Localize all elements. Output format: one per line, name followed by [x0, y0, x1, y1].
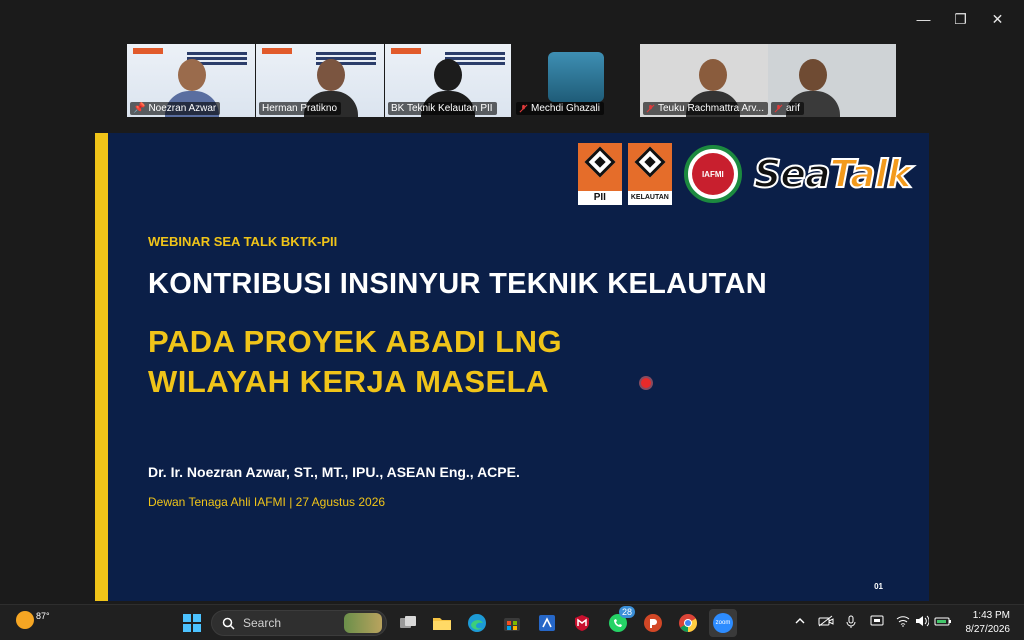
zoom-meeting-window: — ❐ ✕ 📌 Noezran Azwar Herman Pratikno BK…: [0, 0, 1024, 604]
wifi-button[interactable]: [896, 615, 910, 630]
slide-logos: PII KELAUTAN IAFMI SeaTalk: [577, 143, 913, 205]
battery-button[interactable]: [934, 615, 952, 630]
powerpoint-icon: [644, 614, 662, 632]
weather-sun-icon: [16, 611, 34, 629]
slide-title-line2: PADA PROYEK ABADI LNG: [148, 324, 563, 359]
participant-name-text: BK Teknik Kelautan PII: [391, 103, 493, 114]
chrome-icon: [679, 614, 697, 632]
participant-tile-noezran[interactable]: 📌 Noezran Azwar: [127, 44, 255, 117]
minimize-button[interactable]: —: [905, 8, 942, 30]
start-button[interactable]: [178, 609, 206, 637]
slide-title-line1: KONTRIBUSI INSINYUR TEKNIK KELAUTAN: [148, 268, 767, 300]
participant-name-text: Noezran Azwar: [148, 103, 217, 114]
participant-name-text: Herman Pratikno: [262, 103, 338, 114]
notification-tray-button[interactable]: [870, 615, 884, 630]
windows-logo-icon: [183, 614, 201, 632]
clock-time: 1:43 PM: [972, 610, 1010, 621]
mic-muted-icon: [774, 104, 783, 113]
slide-title-yellow: PADA PROYEK ABADI LNG WILAYAH KERJA MASE…: [148, 322, 562, 402]
camera-tray-button[interactable]: [818, 615, 834, 630]
search-icon: [222, 617, 235, 630]
window-controls: — ❐ ✕: [905, 8, 1016, 30]
app-icon: [539, 615, 555, 631]
search-highlight-image: [344, 613, 382, 633]
mcafee-button[interactable]: [568, 609, 596, 637]
zoom-button[interactable]: zoom: [709, 609, 737, 637]
chevron-up-icon: [795, 618, 805, 624]
participant-name-text: Mechdi Ghazali: [531, 103, 600, 114]
task-view-button[interactable]: [394, 609, 422, 637]
chrome-button[interactable]: [674, 609, 702, 637]
microphone-tray-button[interactable]: [846, 615, 856, 632]
weather-temp: 87°: [36, 611, 50, 621]
laser-pointer: [641, 378, 651, 388]
participant-tile-arif[interactable]: arif: [768, 44, 896, 117]
participant-name: Teuku Rachmattra Arv...: [643, 102, 768, 115]
pii-kelautan-logo: KELAUTAN: [627, 143, 672, 205]
mic-muted-icon: [519, 104, 528, 113]
seatalk-logo: SeaTalk: [753, 151, 913, 197]
slide-title-line3: WILAYAH KERJA MASELA: [148, 364, 549, 399]
seatalk-logo-sea: Sea: [753, 151, 832, 197]
taskbar-clock[interactable]: 1:43 PM 8/27/2026: [966, 609, 1011, 637]
battery-icon: [934, 617, 951, 626]
mic-muted-icon: [646, 104, 655, 113]
pii-logo-label: PII: [577, 191, 622, 205]
pin-icon: 📌: [133, 103, 146, 114]
slide-kicker: WEBINAR SEA TALK BKTK-PII: [148, 234, 338, 249]
file-explorer-button[interactable]: [428, 609, 456, 637]
participant-name: Herman Pratikno: [259, 102, 342, 115]
speaker-icon: [916, 615, 930, 627]
wifi-icon: [896, 616, 910, 627]
screen-share-icon: [870, 615, 884, 626]
iafmi-logo: IAFMI: [683, 145, 742, 203]
show-hidden-icons-button[interactable]: [794, 615, 806, 629]
task-view-icon: [400, 616, 416, 628]
zoom-icon-label: zoom: [715, 620, 731, 626]
store-icon: [504, 618, 520, 631]
participant-tile-bk-teknik[interactable]: BK Teknik Kelautan PII: [385, 44, 511, 117]
participant-tile-teuku[interactable]: Teuku Rachmattra Arv...: [640, 44, 768, 117]
folder-icon: [433, 618, 451, 630]
clock-date: 8/27/2026: [965, 624, 1011, 635]
edge-icon: [468, 614, 486, 632]
microphone-icon: [846, 615, 856, 628]
restore-button[interactable]: ❐: [942, 8, 979, 30]
slide-page-number: 01: [874, 582, 883, 591]
participant-tile-herman[interactable]: Herman Pratikno: [256, 44, 384, 117]
app-button[interactable]: [533, 609, 561, 637]
slide-accent-bar: [95, 133, 108, 601]
edge-button[interactable]: [463, 609, 491, 637]
pii-logo: PII: [577, 143, 622, 205]
close-button[interactable]: ✕: [979, 8, 1016, 30]
windows-taskbar: 87° 28 zoom: [0, 604, 1024, 640]
slide-presenter: Dr. Ir. Noezran Azwar, ST., MT., IPU., A…: [148, 464, 520, 480]
whatsapp-button[interactable]: 28: [604, 606, 635, 637]
iafmi-logo-label: IAFMI: [691, 153, 734, 195]
seatalk-logo-talk: Talk: [829, 151, 913, 197]
participant-name: 📌 Noezran Azwar: [130, 102, 221, 115]
powerpoint-button[interactable]: [639, 609, 667, 637]
weather-widget[interactable]: 87°: [16, 611, 50, 629]
kelautan-logo-label: KELAUTAN: [627, 191, 672, 205]
avatar: [548, 52, 604, 102]
participant-name-text: arif: [786, 103, 800, 114]
participant-strip: 📌 Noezran Azwar Herman Pratikno BK Tekni…: [0, 44, 1024, 118]
zoom-icon: zoom: [713, 613, 733, 633]
participant-name-text: Teuku Rachmattra Arv...: [658, 103, 764, 114]
store-button[interactable]: [498, 609, 526, 637]
participant-name: arif: [771, 102, 804, 115]
participant-name: Mechdi Ghazali: [516, 102, 604, 115]
volume-button[interactable]: [915, 615, 930, 630]
slide-role-date: Dewan Tenaga Ahli IAFMI | 27 Agustus 202…: [148, 495, 386, 509]
search-input[interactable]: [243, 616, 333, 630]
shared-screen-slide: PII KELAUTAN IAFMI SeaTalk WEBINAR SEA T…: [95, 133, 929, 601]
camera-off-icon: [818, 615, 834, 627]
participant-tile-mechdi[interactable]: Mechdi Ghazali: [513, 44, 639, 117]
participant-name: BK Teknik Kelautan PII: [388, 102, 497, 115]
mcafee-shield-icon: [575, 615, 589, 631]
taskbar-search[interactable]: [211, 610, 387, 636]
notification-badge: 28: [618, 606, 635, 618]
